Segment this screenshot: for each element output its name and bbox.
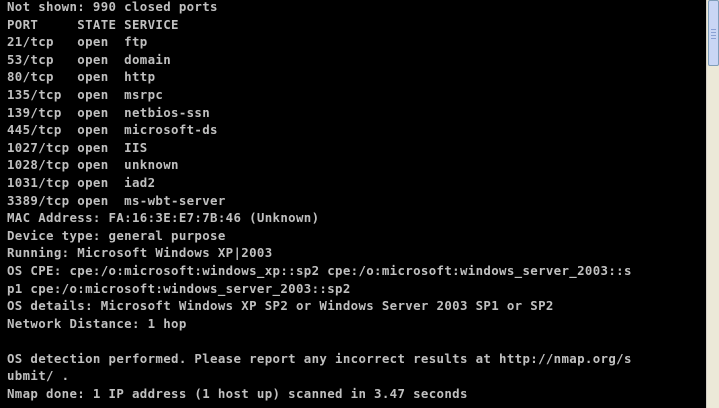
console-line: PORT STATE SERVICE bbox=[7, 16, 179, 32]
console-line: 21/tcp open ftp bbox=[7, 34, 148, 50]
console-window[interactable]: Not shown: 990 closed ports PORT STATE S… bbox=[0, 0, 706, 408]
grip-line bbox=[711, 29, 716, 30]
console-line: Device type: general purpose bbox=[7, 227, 226, 243]
console-line: OS detection performed. Please report an… bbox=[7, 350, 632, 366]
console-line: Not shown: 990 closed ports bbox=[7, 0, 218, 14]
console-line: OS details: Microsoft Windows XP SP2 or … bbox=[7, 298, 554, 314]
grip-line bbox=[711, 32, 716, 33]
console-line: 80/tcp open http bbox=[7, 69, 156, 85]
console-output: Not shown: 990 closed ports PORT STATE S… bbox=[7, 0, 706, 403]
console-line: 135/tcp open msrpc bbox=[7, 86, 164, 102]
console-line: 139/tcp open netbios-ssn bbox=[7, 104, 211, 120]
console-line: 1031/tcp open iad2 bbox=[7, 174, 156, 190]
console-line: Nmap done: 1 IP address (1 host up) scan… bbox=[7, 386, 468, 402]
grip-line bbox=[711, 38, 716, 39]
console-line: p1 cpe:/o:microsoft:windows_server_2003:… bbox=[7, 280, 351, 296]
console-line: MAC Address: FA:16:3E:E7:7B:46 (Unknown) bbox=[7, 210, 320, 226]
console-line: 445/tcp open microsoft-ds bbox=[7, 122, 218, 138]
vertical-scrollbar[interactable] bbox=[706, 0, 719, 408]
console-line: OS CPE: cpe:/o:microsoft:windows_xp::sp2… bbox=[7, 262, 632, 278]
console-line: 53/tcp open domain bbox=[7, 51, 172, 67]
scrollbar-thumb[interactable] bbox=[708, 0, 719, 66]
console-line: ubmit/ . bbox=[7, 368, 70, 384]
console-line: Network Distance: 1 hop bbox=[7, 315, 187, 331]
grip-line bbox=[711, 35, 716, 36]
console-line: 1027/tcp open IIS bbox=[7, 139, 148, 155]
console-line: 3389/tcp open ms-wbt-server bbox=[7, 192, 226, 208]
console-line: Running: Microsoft Windows XP|2003 bbox=[7, 245, 273, 261]
console-line: 1028/tcp open unknown bbox=[7, 157, 179, 173]
